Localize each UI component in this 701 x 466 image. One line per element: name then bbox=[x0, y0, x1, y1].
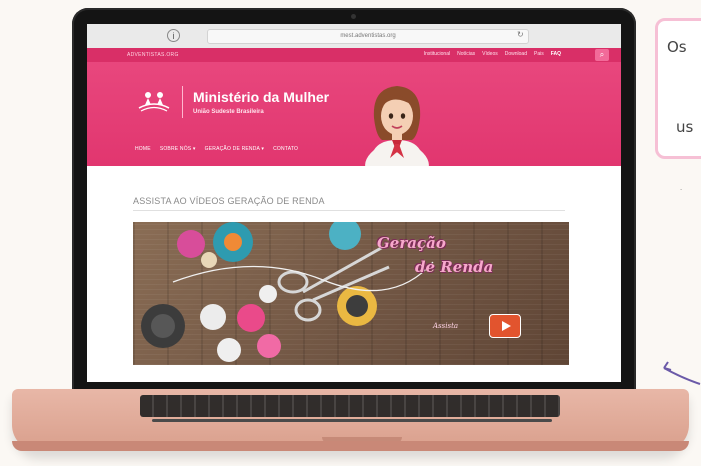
info-icon[interactable]: i bbox=[167, 29, 180, 42]
overlay-text-line2: us bbox=[676, 118, 694, 136]
keyboard bbox=[140, 395, 560, 417]
laptop-lid: i mest.adventistas.org ↻ ADVENTISTAS.ORG… bbox=[72, 8, 636, 393]
youtube-play-button[interactable] bbox=[489, 314, 521, 338]
video-caption: Assista bbox=[433, 322, 459, 330]
topbar-link[interactable]: ADVENTISTAS.ORG bbox=[127, 52, 179, 58]
site-title[interactable]: Ministério da Mulher bbox=[193, 89, 329, 105]
topnav-item-videos[interactable]: Vídeos bbox=[482, 51, 498, 57]
curved-arrow-icon bbox=[663, 361, 701, 385]
section-divider bbox=[133, 210, 565, 211]
site-subtitle: União Sudeste Brasileira bbox=[193, 109, 264, 115]
nav-item-home[interactable]: HOME bbox=[135, 146, 151, 152]
topbar-nav: Institucional Notícias Vídeos Download P… bbox=[424, 51, 561, 57]
site-header: ADVENTISTAS.ORG Institucional Notícias V… bbox=[87, 48, 621, 190]
video-title-line1: Geração bbox=[377, 234, 446, 252]
address-bar[interactable]: mest.adventistas.org bbox=[207, 29, 529, 44]
overlay-text-line1: Os bbox=[667, 38, 687, 56]
sewing-items-illustration bbox=[141, 222, 434, 362]
search-icon[interactable]: ⌕ bbox=[595, 49, 609, 61]
topnav-item-faq[interactable]: FAQ bbox=[551, 51, 561, 57]
ministry-logo[interactable] bbox=[135, 88, 173, 114]
laptop-screen: i mest.adventistas.org ↻ ADVENTISTAS.ORG… bbox=[87, 24, 621, 382]
video-title-line2: de Renda bbox=[415, 258, 494, 276]
topnav-item-download[interactable]: Download bbox=[505, 51, 527, 57]
video-thumbnail[interactable]: Geração de Renda Assista bbox=[133, 222, 569, 365]
reload-icon[interactable]: ↻ bbox=[517, 30, 524, 39]
main-nav: HOME SOBRE NÓS ▾ GERAÇÃO DE RENDA ▾ CONT… bbox=[135, 146, 298, 152]
decorative-mark: ˙ bbox=[680, 188, 683, 198]
topnav-item-pais[interactable]: Pais bbox=[534, 51, 544, 57]
browser-toolbar: i mest.adventistas.org ↻ bbox=[87, 24, 621, 49]
keyboard-edge bbox=[152, 419, 552, 422]
nav-item-sobre-nos[interactable]: SOBRE NÓS ▾ bbox=[160, 146, 196, 152]
page-content: ASSISTA AO VÍDEOS GERAÇÃO DE RENDA Geraç… bbox=[87, 166, 621, 382]
nav-item-geracao-de-renda[interactable]: GERAÇÃO DE RENDA ▾ bbox=[205, 146, 264, 152]
nav-item-contato[interactable]: CONTATO bbox=[273, 146, 298, 152]
section-title: ASSISTA AO VÍDEOS GERAÇÃO DE RENDA bbox=[133, 196, 325, 206]
topnav-item-noticias[interactable]: Notícias bbox=[457, 51, 475, 57]
laptop-base bbox=[12, 389, 689, 451]
laptop-front-edge bbox=[12, 441, 689, 451]
topnav-item-institucional[interactable]: Institucional bbox=[424, 51, 450, 57]
camera-icon bbox=[351, 14, 356, 19]
site-topbar: ADVENTISTAS.ORG Institucional Notícias V… bbox=[87, 48, 621, 62]
header-divider bbox=[182, 86, 183, 118]
